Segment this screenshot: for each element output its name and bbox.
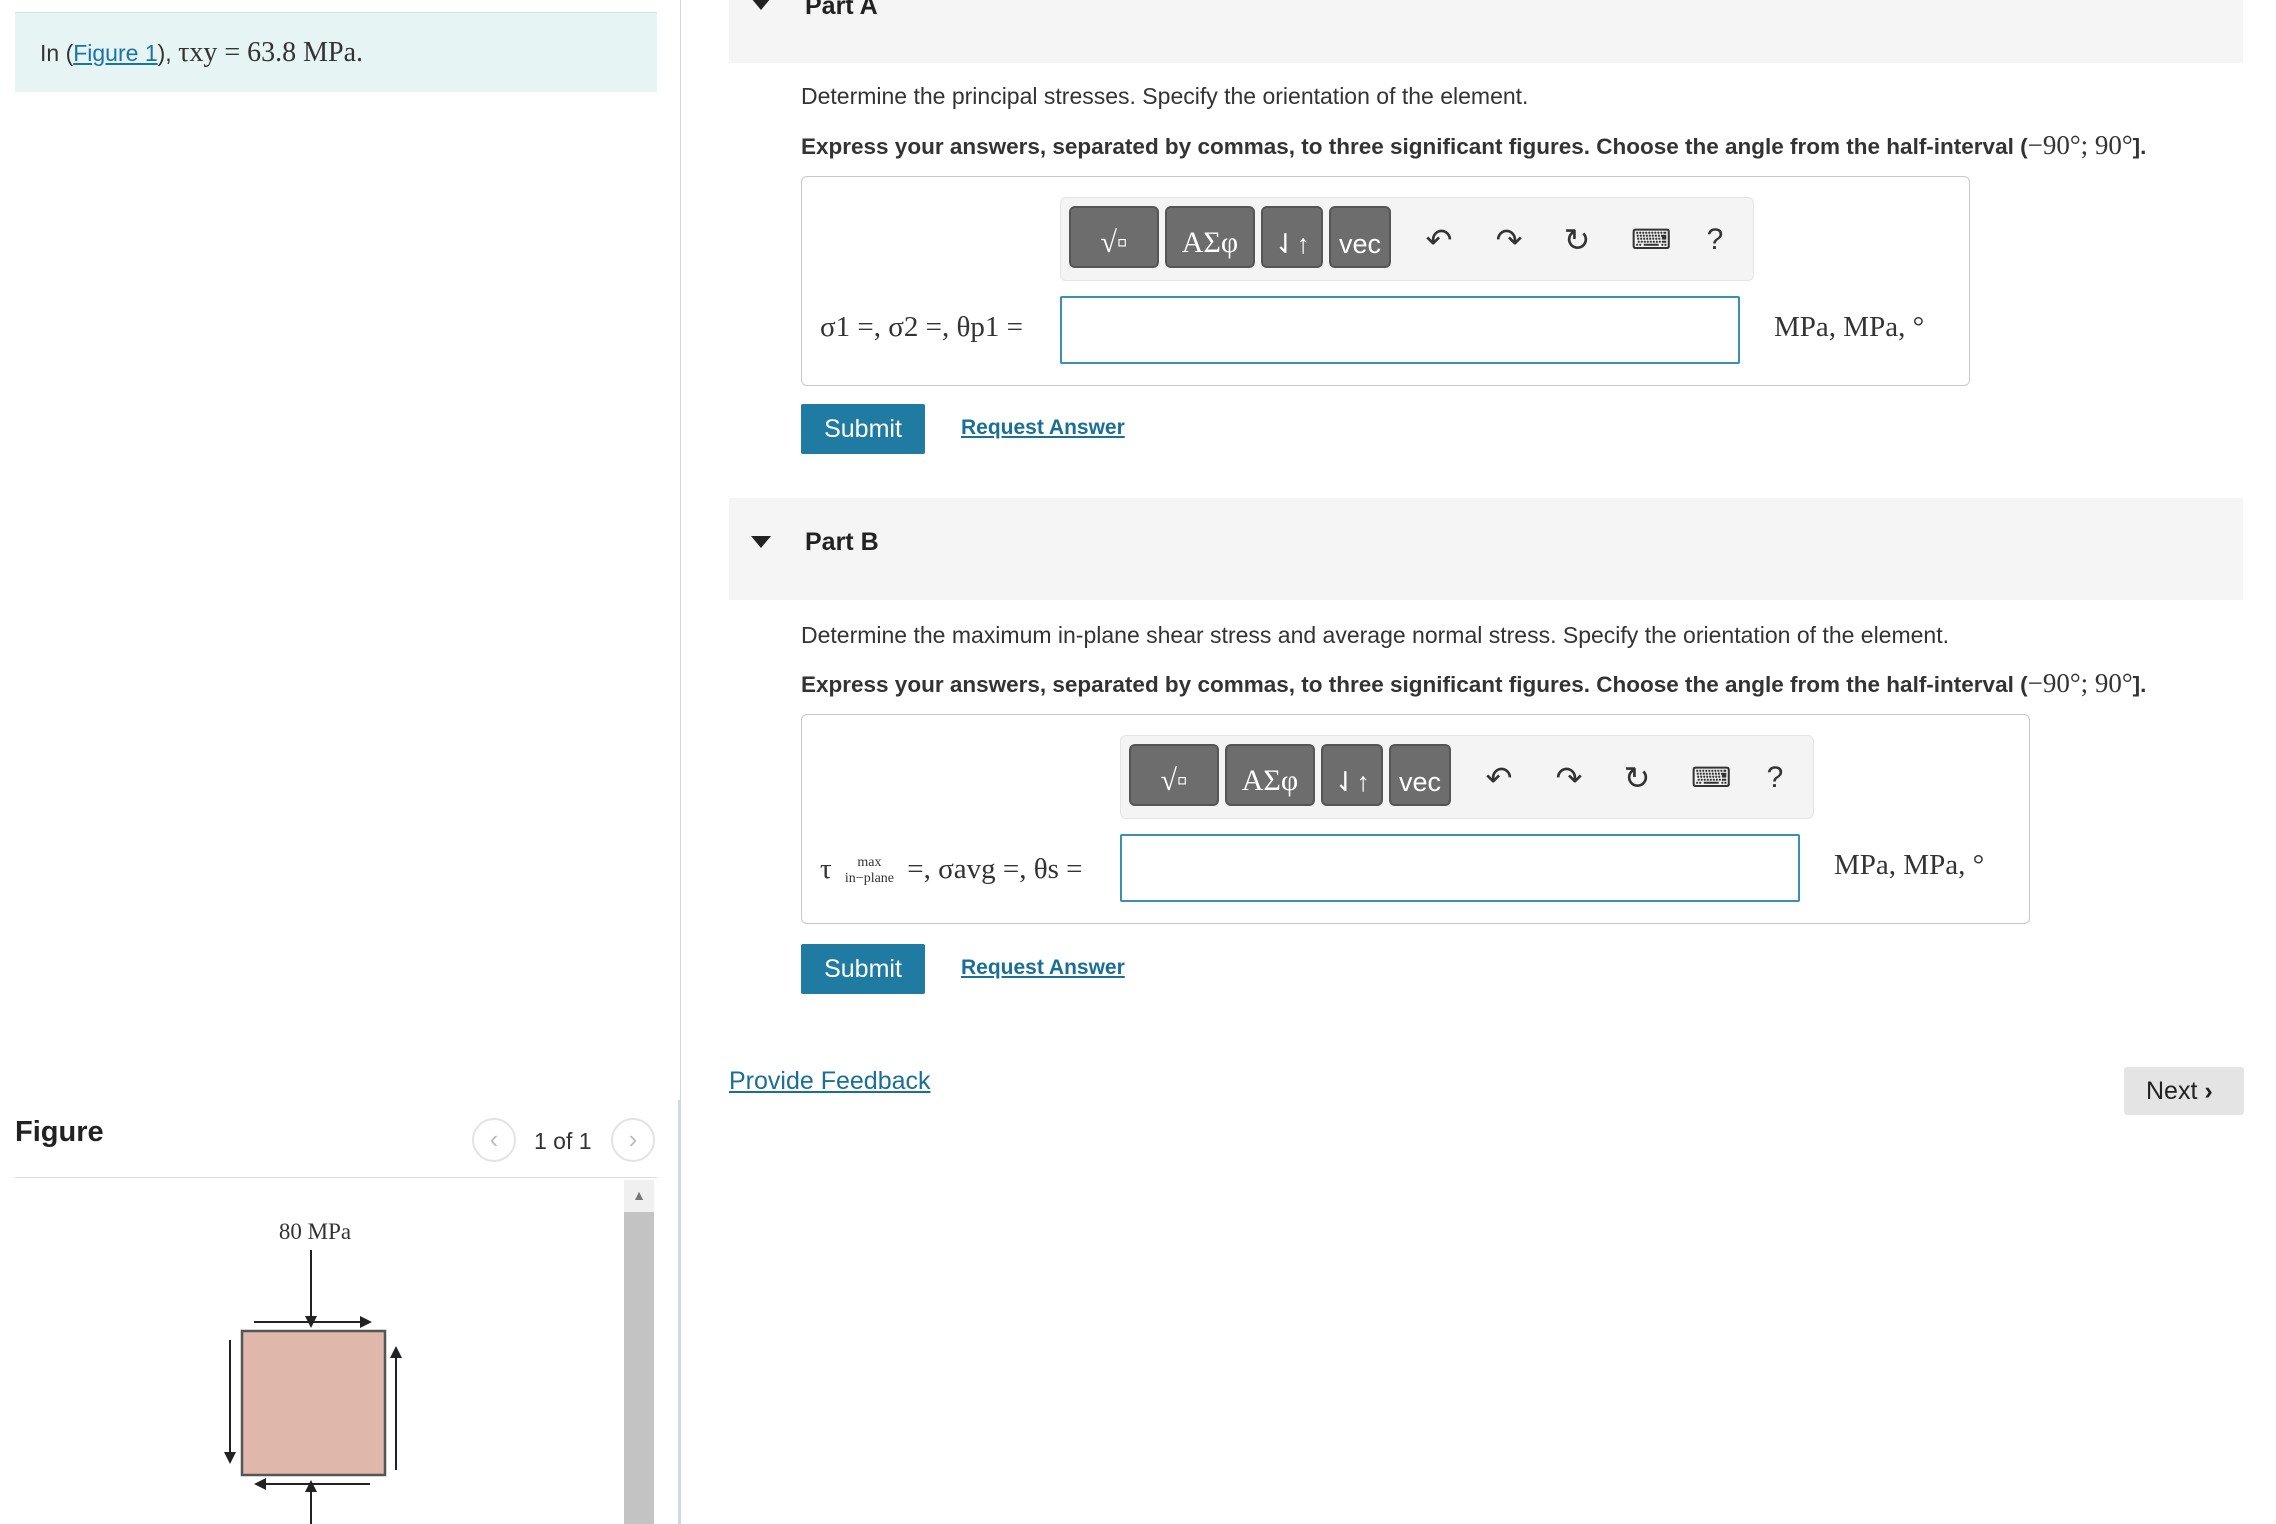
interval-math: −90°; 90°: [2027, 130, 2133, 160]
greek-symbols-button[interactable]: ΑΣφ: [1225, 744, 1315, 806]
part-a-answer-input[interactable]: [1060, 296, 1740, 364]
part-b-variable-label: τ max in−plane =, σavg =, θs =: [820, 853, 1083, 887]
vec-label: vec: [1338, 229, 1382, 259]
templates-button[interactable]: √▫: [1069, 206, 1159, 268]
figure-divider: [15, 1177, 657, 1178]
tau-symbol: τ: [820, 853, 832, 885]
part-b-answer-box: √▫ ΑΣφ ⇃↑ vec ↶ ↷ ↻ ⌨ ? τ max in−plane =,…: [801, 714, 2030, 924]
part-a-title: Part A: [805, 0, 878, 20]
keyboard-icon[interactable]: ⌨: [1631, 222, 1671, 258]
part-b-units: MPa, MPa, °: [1834, 849, 1985, 881]
scroll-up-icon[interactable]: ▲: [624, 1180, 654, 1210]
redo-icon[interactable]: ↷: [1551, 760, 1587, 796]
redo-icon[interactable]: ↷: [1491, 222, 1527, 258]
panel-divider-highlight: [678, 1100, 680, 1524]
templates-button[interactable]: √▫: [1129, 744, 1219, 806]
caret-down-icon[interactable]: [751, 536, 771, 548]
chevron-left-icon[interactable]: ‹: [472, 1118, 516, 1162]
part-b-title: Part B: [805, 528, 879, 556]
reset-icon[interactable]: ↻: [1619, 760, 1655, 796]
remaining-variables: =, σavg =, θs =: [907, 853, 1083, 885]
chevron-right-icon: ›: [2204, 1077, 2213, 1105]
part-a-header[interactable]: Part A: [729, 0, 2243, 63]
right-shear-arrowhead: [390, 1346, 402, 1358]
instruction-end: ].: [2132, 134, 2147, 159]
left-panel: In (Figure 1), τxy = 63.8 MPa. Figure ‹ …: [0, 0, 680, 1524]
stress-element-figure: 80 MPa: [224, 1219, 402, 1524]
instruction-text: Express your answers, separated by comma…: [801, 672, 2028, 697]
figure-link[interactable]: Figure 1: [73, 40, 157, 66]
part-b-answer-input[interactable]: [1120, 834, 1800, 902]
chevron-right-icon[interactable]: ›: [611, 1118, 655, 1162]
problem-statement: In (Figure 1), τxy = 63.8 MPa.: [15, 12, 657, 92]
vector-button[interactable]: vec: [1329, 206, 1391, 268]
templates-label: √▫: [1100, 226, 1128, 259]
next-button[interactable]: Next ›: [2124, 1067, 2244, 1115]
arrows-button[interactable]: ⇃↑: [1321, 744, 1383, 806]
figure-pager-label: 1 of 1: [534, 1128, 592, 1154]
part-b-instruction: Express your answers, separated by comma…: [801, 668, 2146, 699]
part-a-request-answer-link[interactable]: Request Answer: [961, 416, 1125, 440]
caret-down-icon[interactable]: [751, 0, 771, 10]
tau-subscript: max in−plane: [845, 855, 894, 887]
part-a-prompt: Determine the principal stresses. Specif…: [801, 83, 1529, 109]
instruction-text: Express your answers, separated by comma…: [801, 134, 2028, 159]
arrows-button[interactable]: ⇃↑: [1261, 206, 1323, 268]
statement-prefix: In (: [40, 40, 74, 66]
bottom-arrowhead: [305, 1480, 317, 1492]
bottom-shear-arrowhead: [254, 1478, 266, 1490]
top-shear-arrowhead: [360, 1316, 372, 1328]
keyboard-icon[interactable]: ⌨: [1691, 760, 1731, 796]
stress-element-square: [240, 1329, 387, 1477]
vec-label: vec: [1398, 767, 1442, 797]
math-toolbar: √▫ ΑΣφ ⇃↑ vec ↶ ↷ ↻ ⌨ ?: [1120, 735, 1814, 819]
panel-divider: [680, 0, 681, 1524]
scrollbar-thumb[interactable]: [624, 1212, 654, 1524]
part-b-header[interactable]: Part B: [729, 498, 2243, 600]
greek-label: ΑΣφ: [1241, 764, 1299, 797]
help-icon[interactable]: ?: [1757, 760, 1793, 796]
arrows-label: ⇃↑: [1333, 767, 1371, 797]
statement-math: τxy = 63.8 MPa.: [178, 37, 364, 68]
vector-button[interactable]: vec: [1389, 744, 1451, 806]
max-label: max: [857, 855, 882, 871]
in-plane-label: in−plane: [844, 871, 895, 887]
part-a-instruction: Express your answers, separated by comma…: [801, 130, 2146, 161]
part-b-request-answer-link[interactable]: Request Answer: [961, 956, 1125, 980]
arrows-label: ⇃↑: [1273, 229, 1311, 259]
help-icon[interactable]: ?: [1697, 222, 1733, 258]
part-b-submit-button[interactable]: Submit: [801, 944, 925, 994]
statement-suffix: ),: [157, 40, 179, 66]
math-toolbar: √▫ ΑΣφ ⇃↑ vec ↶ ↷ ↻ ⌨ ?: [1060, 197, 1754, 281]
reset-icon[interactable]: ↻: [1559, 222, 1595, 258]
interval-math: −90°; 90°: [2027, 668, 2133, 698]
greek-label: ΑΣφ: [1181, 226, 1239, 259]
part-a-submit-button[interactable]: Submit: [801, 404, 925, 454]
part-b-prompt: Determine the maximum in-plane shear str…: [801, 622, 1950, 648]
figure-title: Figure: [15, 1116, 104, 1148]
figure-scrollbar[interactable]: ▲: [624, 1180, 654, 1524]
part-a-variable-label: σ1 =, σ2 =, θp1 =: [820, 311, 1023, 343]
part-a-answer-box: √▫ ΑΣφ ⇃↑ vec ↶ ↷ ↻ ⌨ ? σ1 =, σ2 =, θp1 …: [801, 176, 1970, 386]
provide-feedback-link[interactable]: Provide Feedback: [729, 1067, 931, 1096]
next-label: Next: [2146, 1077, 2198, 1105]
greek-symbols-button[interactable]: ΑΣφ: [1165, 206, 1255, 268]
undo-icon[interactable]: ↶: [1481, 760, 1517, 796]
undo-icon[interactable]: ↶: [1421, 222, 1457, 258]
figure-top-label: 80 MPa: [279, 1219, 351, 1244]
part-a-units: MPa, MPa, °: [1774, 311, 1925, 343]
left-shear-arrowhead: [224, 1452, 236, 1464]
instruction-end: ].: [2132, 672, 2147, 697]
templates-label: √▫: [1160, 764, 1188, 797]
